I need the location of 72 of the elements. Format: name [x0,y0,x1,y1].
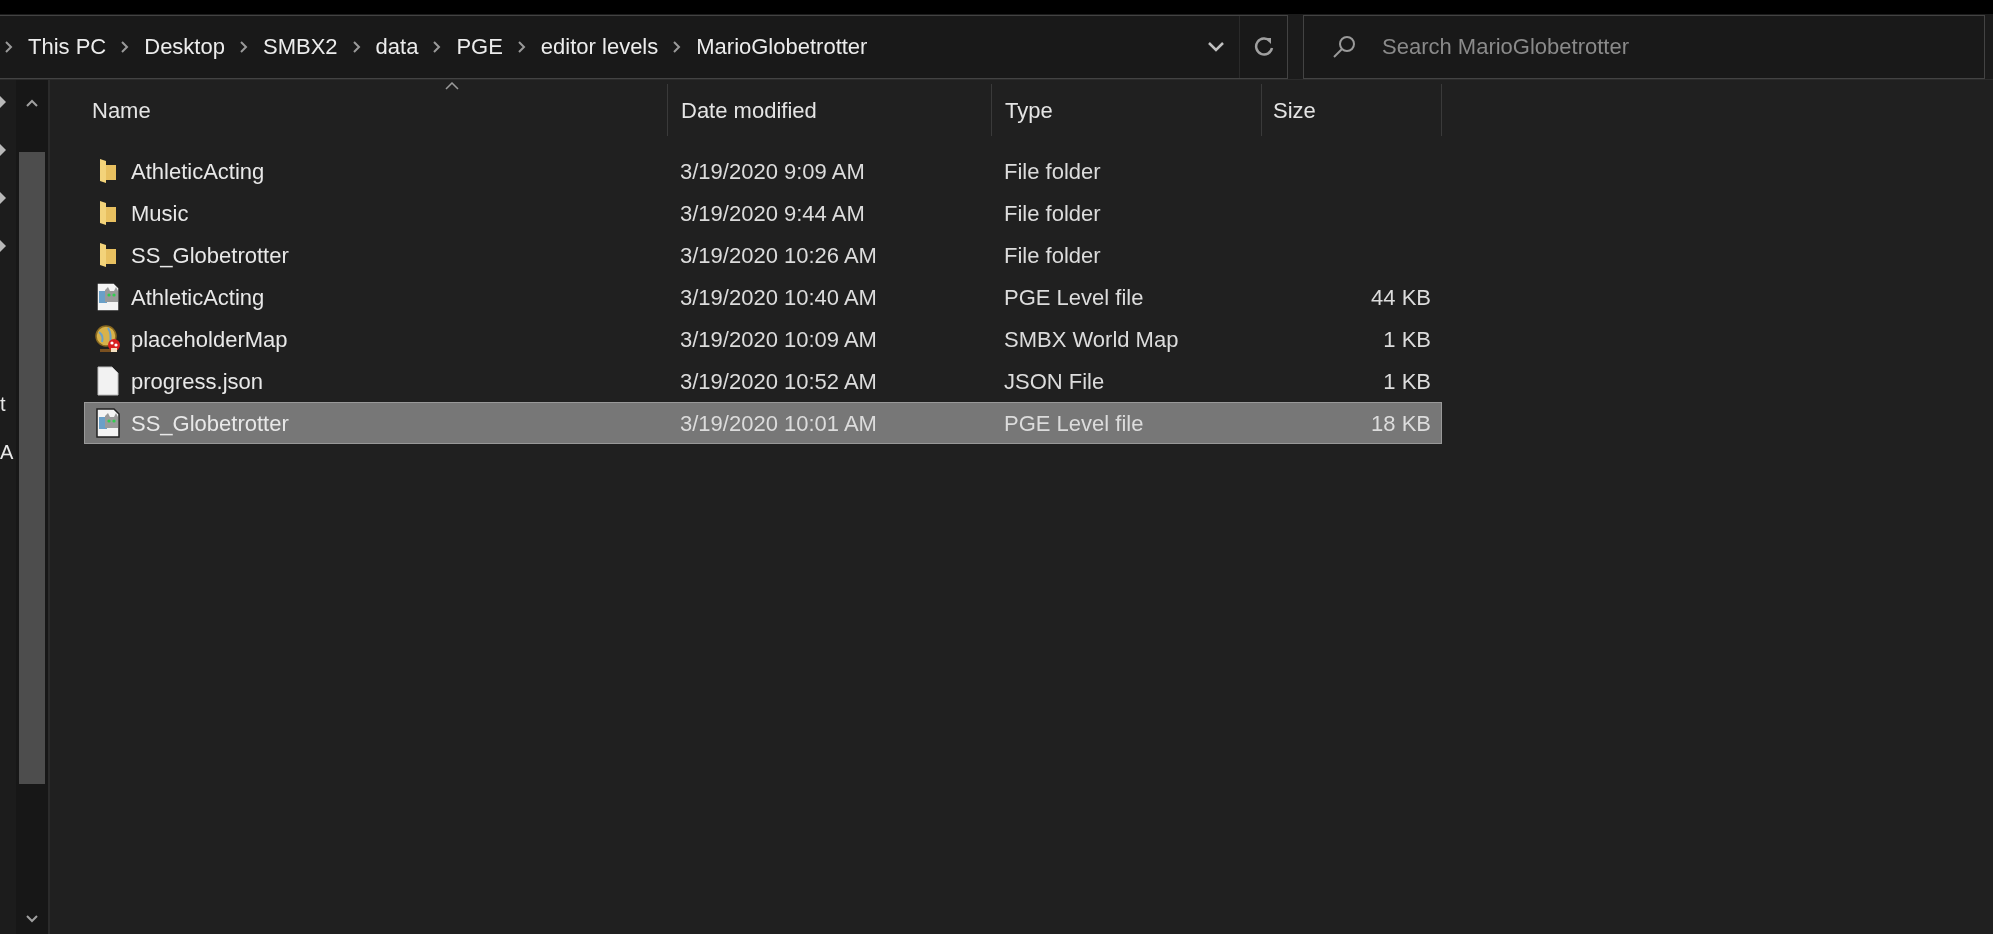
document-icon [97,366,119,396]
file-row[interactable]: placeholderMap 3/19/2020 10:09 AM SMBX World Map 1 KB [84,318,1442,360]
date-modified: 3/19/2020 10:26 AM [679,241,878,270]
breadcrumb-link[interactable]: SMBX2 [262,30,338,63]
scrollbar-thumb[interactable] [19,152,45,784]
expand-arrow-icon [0,192,6,204]
file-name: AthleticActing [131,157,265,186]
date-modified: 3/19/2020 9:09 AM [679,157,866,186]
breadcrumb-link[interactable]: editor levels [540,30,659,63]
column-header[interactable]: Name [84,84,668,136]
chevron-right-icon [351,39,362,54]
breadcrumb-link[interactable]: data [375,30,419,63]
sort-ascending-icon [445,82,459,90]
file-row[interactable]: AthleticActing 3/19/2020 10:40 AM PGE Level file 44 KB [84,276,1442,318]
column-header[interactable]: Type [992,84,1262,136]
file-type: SMBX World Map [1003,325,1180,354]
file-size: 1 KB [1383,325,1431,354]
column-header[interactable]: Size [1262,84,1442,136]
file-size: 18 KB [1371,409,1431,438]
breadcrumb-link[interactable]: MarioGlobetrotter [696,30,868,63]
chevron-right-icon [672,39,683,54]
file-type: PGE Level file [1003,409,1145,438]
file-size: 44 KB [1371,283,1431,312]
file-row[interactable]: Music 3/19/2020 9:44 AM File folder [84,192,1442,234]
nav-item[interactable]: A [0,442,14,462]
file-row[interactable]: progress.json 3/19/2020 10:52 AM JSON File 1 KB [84,360,1442,402]
file-type: File folder [1003,157,1102,186]
expand-arrow-icon [0,96,6,108]
search-field[interactable]: Search MarioGlobetrotter [1303,14,1985,79]
expand-arrow-icon [0,144,6,156]
folder-icon [98,200,118,226]
file-row[interactable]: SS_Globetrotter 3/19/2020 10:01 AM PGE Level file 18 KB [84,402,1442,444]
column-header[interactable]: Date modified [668,84,992,136]
scrollbar[interactable] [16,80,50,934]
cat-document-icon [95,282,121,312]
globe-mushroom-icon [94,324,122,354]
file-row[interactable]: AthleticActing 3/19/2020 9:09 AM File folder [84,150,1442,192]
expand-arrow-icon [0,240,6,252]
file-name: SS_Globetrotter [131,241,289,270]
chevron-right-icon [432,39,443,54]
file-row[interactable]: SS_Globetrotter 3/19/2020 10:26 AM File folder [84,234,1442,276]
chevron-down-icon [1207,40,1225,53]
scroll-up-icon [25,98,39,108]
search-icon [1331,33,1357,60]
date-modified: 3/19/2020 10:09 AM [679,325,878,354]
chevron-right-icon [516,39,527,54]
date-modified: 3/19/2020 9:44 AM [679,199,866,228]
nav-item[interactable]: t [0,394,6,414]
scroll-down-icon [25,914,39,924]
chevron-right-icon [120,39,131,54]
breadcrumb-link[interactable]: PGE [456,30,503,63]
file-size: 1 KB [1383,367,1431,396]
file-name: SS_Globetrotter [131,409,289,438]
breadcrumb-link[interactable]: Desktop [144,30,225,63]
file-type: JSON File [1003,367,1106,396]
address-bar[interactable]: This PC Desktop SMBX2 data PGE editor levels MarioGlobetrotter [0,14,1288,79]
cat-document-icon [95,408,121,438]
chevron-right-icon [238,39,249,54]
file-name: AthleticActing [131,283,265,312]
date-modified: 3/19/2020 10:52 AM [679,367,878,396]
date-modified: 3/19/2020 10:01 AM [679,409,878,438]
breadcrumb-link[interactable]: This PC [28,30,107,63]
chevron-right-icon [4,39,14,54]
file-type: File folder [1003,199,1102,228]
file-name: placeholderMap [131,325,288,354]
date-modified: 3/19/2020 10:40 AM [679,283,878,312]
file-name: progress.json [131,367,264,396]
file-type: PGE Level file [1003,283,1145,312]
folder-icon [98,242,118,268]
file-name: Music [131,199,189,228]
file-type: File folder [1003,241,1102,270]
folder-icon [98,158,118,184]
